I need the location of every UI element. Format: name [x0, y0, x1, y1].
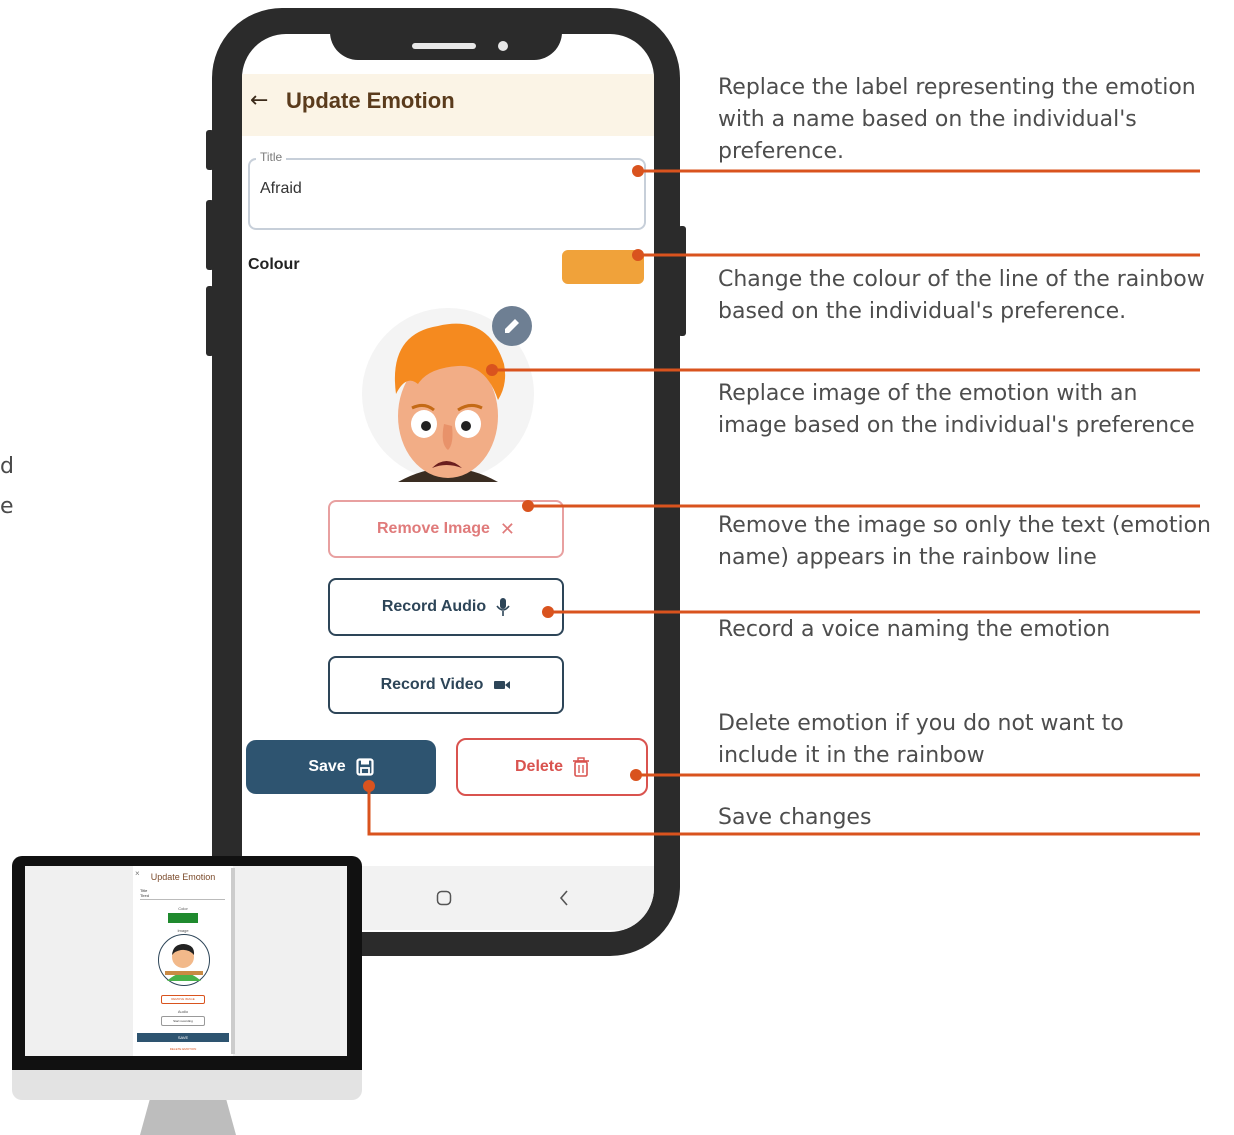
- annotation-delete: Delete emotion if you do not want to inc…: [718, 708, 1228, 772]
- title-field-label: Title: [256, 150, 287, 164]
- cut-off-text-line-1: d: [0, 454, 14, 479]
- delete-label: Delete: [514, 758, 564, 775]
- remove-image-button[interactable]: Remove Image ✕: [328, 500, 564, 558]
- title-field[interactable]: [248, 158, 646, 230]
- monitor-remove-image-button[interactable]: REMOVE IMAGE: [161, 995, 205, 1004]
- remove-image-label: Remove Image: [376, 520, 490, 537]
- annotation-image: Replace image of the emotion with an ima…: [718, 378, 1228, 442]
- colour-label: Colour: [248, 256, 300, 273]
- annotation-delete-line-1: Delete emotion if you do not want to: [718, 711, 1124, 736]
- monitor-audio-label: Audio: [177, 1009, 189, 1014]
- colour-swatch[interactable]: [562, 250, 644, 284]
- record-video-button[interactable]: Record Video: [328, 656, 564, 714]
- annotation-audio: Record a voice naming the emotion: [718, 614, 1228, 646]
- monitor-title-underline: [140, 899, 225, 900]
- home-circle-icon[interactable]: [436, 890, 452, 906]
- record-video-label: Record Video: [380, 676, 484, 693]
- annotation-remove: Remove the image so only the text (emoti…: [718, 510, 1228, 574]
- monitor-remove-label: REMOVE IMAGE: [171, 997, 195, 1001]
- annotation-colour-line-1: Change the colour of the line of the rai…: [718, 267, 1205, 292]
- cut-off-text-line-2: e: [0, 494, 14, 519]
- monitor-delete-button[interactable]: DELETE EMOTION: [137, 1047, 229, 1051]
- annotation-delete-line-2: include it in the rainbow: [718, 743, 985, 768]
- monitor-emotion-image: [158, 934, 210, 986]
- monitor-stand: [140, 1100, 236, 1135]
- floppy-disk-icon: [356, 758, 374, 776]
- title-field-value[interactable]: Afraid: [260, 180, 302, 198]
- annotation-colour: Change the colour of the line of the rai…: [718, 264, 1228, 328]
- pencil-icon: [505, 319, 519, 333]
- annotation-colour-line-2: based on the individual's preference.: [718, 299, 1127, 324]
- annotation-rename: Replace the label representing the emoti…: [718, 72, 1228, 168]
- record-audio-label: Record Audio: [381, 598, 487, 615]
- page-title: Update Emotion: [286, 88, 455, 113]
- save-label: Save: [308, 758, 346, 775]
- monitor-save-button[interactable]: SAVE: [137, 1033, 229, 1042]
- annotation-remove-line-2: name) appears in the rainbow line: [718, 545, 1097, 570]
- close-icon: ✕: [499, 518, 516, 539]
- microphone-icon: [496, 598, 510, 616]
- monitor-color-label: Color: [178, 906, 188, 911]
- video-camera-icon: [494, 681, 511, 689]
- phone-screen: ← Update Emotion Title Afraid Colour Rem…: [242, 34, 654, 932]
- tired-face-icon: [165, 944, 203, 981]
- phone-camera: [498, 41, 508, 51]
- monitor-audio-button-label: Start recording: [173, 1019, 193, 1023]
- annotation-rename-line-1: Replace the label representing the emoti…: [718, 75, 1196, 100]
- monitor-start-recording-button[interactable]: Start recording: [161, 1016, 205, 1026]
- phone-volume-down: [206, 286, 214, 356]
- annotation-rename-line-2: with a name based on the individual's: [718, 107, 1137, 132]
- monitor-scrollbar[interactable]: [231, 868, 235, 1054]
- annotation-image-line-1: Replace image of the emotion with an: [718, 381, 1138, 406]
- record-audio-button[interactable]: Record Audio: [328, 578, 564, 636]
- annotation-rename-line-3: preference.: [718, 139, 845, 164]
- monitor-image-label: Image: [177, 928, 189, 933]
- monitor-chin: [12, 1070, 362, 1100]
- annotation-save: Save changes: [718, 802, 1228, 834]
- save-button[interactable]: Save: [246, 740, 436, 794]
- annotation-image-line-2: image based on the individual's preferen…: [718, 413, 1195, 438]
- monitor-title: Update Emotion: [150, 872, 216, 882]
- chevron-left-icon[interactable]: [558, 888, 570, 908]
- trash-icon: [573, 757, 590, 777]
- monitor-save-label: SAVE: [177, 1035, 189, 1040]
- delete-button[interactable]: Delete: [456, 738, 648, 796]
- monitor-color-swatch[interactable]: [168, 913, 198, 923]
- annotation-audio-line-1: Record a voice naming the emotion: [718, 617, 1111, 642]
- phone-notch: [330, 8, 562, 60]
- monitor-title-value[interactable]: Tired: [140, 893, 149, 898]
- annotation-save-line-1: Save changes: [718, 805, 872, 830]
- monitor-screen: × Update Emotion Title Tired Color Image…: [25, 866, 347, 1056]
- phone-side-button: [206, 130, 214, 170]
- annotation-remove-line-1: Remove the image so only the text (emoti…: [718, 513, 1211, 538]
- edit-image-button[interactable]: [492, 306, 532, 346]
- phone-volume-up: [206, 200, 214, 270]
- back-arrow-icon[interactable]: ←: [250, 88, 268, 113]
- phone-power-button: [678, 226, 686, 336]
- phone-speaker: [412, 43, 476, 49]
- monitor-delete-label: DELETE EMOTION: [169, 1047, 197, 1051]
